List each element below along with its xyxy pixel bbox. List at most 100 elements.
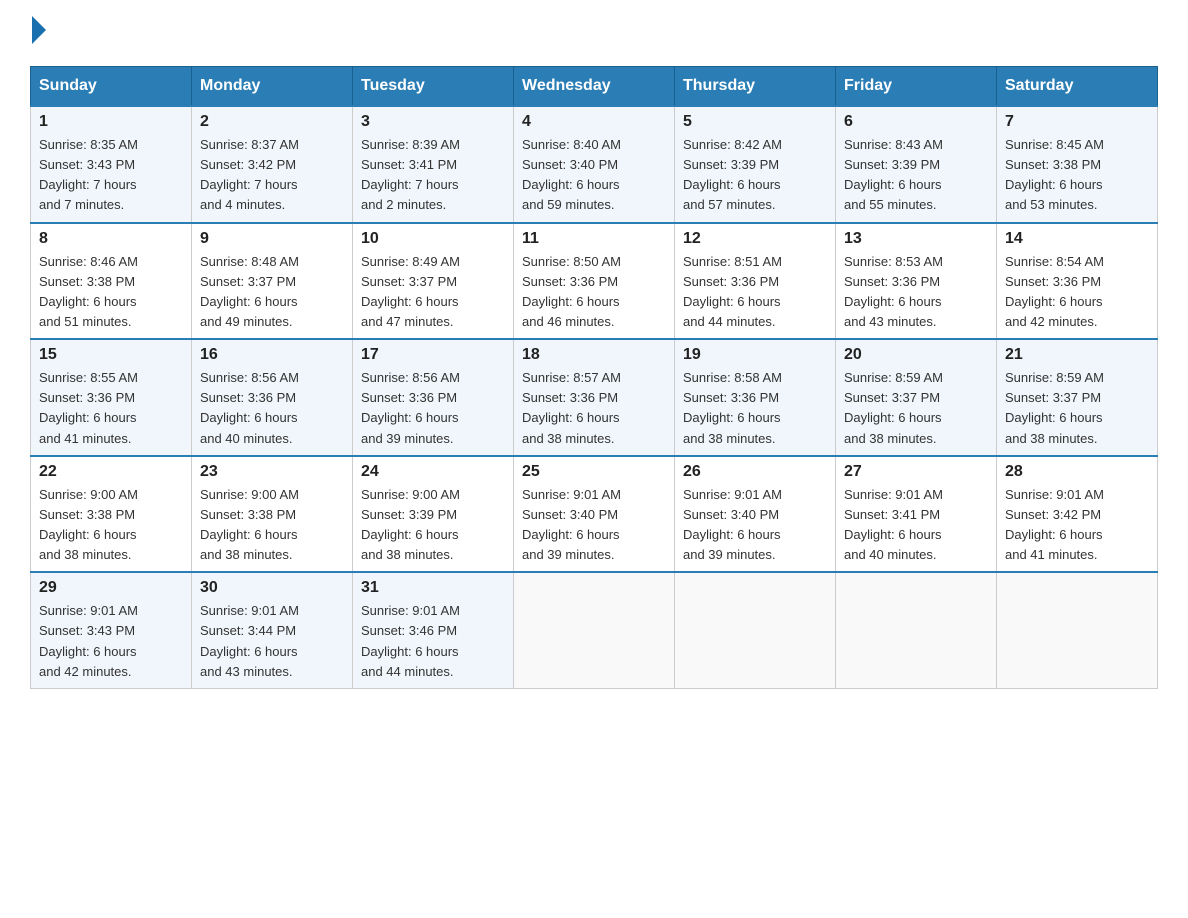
calendar-cell: 3 Sunrise: 8:39 AMSunset: 3:41 PMDaylight…: [353, 106, 514, 223]
day-info: Sunrise: 9:00 AMSunset: 3:39 PMDaylight:…: [361, 485, 505, 566]
week-row-5: 29Sunrise: 9:01 AMSunset: 3:43 PMDayligh…: [31, 572, 1158, 688]
day-info: Sunrise: 8:59 AMSunset: 3:37 PMDaylight:…: [844, 368, 988, 449]
day-number: 19: [683, 346, 827, 364]
calendar-cell: 19 Sunrise: 8:58 AMSunset: 3:36 PMDayligh…: [675, 339, 836, 456]
day-info: Sunrise: 8:59 AMSunset: 3:37 PMDaylight:…: [1005, 368, 1149, 449]
day-number: 7: [1005, 113, 1149, 131]
calendar-cell: [997, 572, 1158, 688]
day-number: 13: [844, 230, 988, 248]
week-row-3: 15 Sunrise: 8:55 AMSunset: 3:36 PMDayligh…: [31, 339, 1158, 456]
header-sunday: Sunday: [31, 67, 192, 107]
calendar-cell: 26Sunrise: 9:01 AMSunset: 3:40 PMDayligh…: [675, 456, 836, 573]
day-number: 6: [844, 113, 988, 131]
day-info: Sunrise: 8:54 AMSunset: 3:36 PMDaylight:…: [1005, 252, 1149, 333]
header-wednesday: Wednesday: [514, 67, 675, 107]
day-number: 15: [39, 346, 183, 364]
day-number: 31: [361, 579, 505, 597]
calendar-cell: 9 Sunrise: 8:48 AMSunset: 3:37 PMDaylight…: [192, 223, 353, 340]
week-row-2: 8 Sunrise: 8:46 AMSunset: 3:38 PMDaylight…: [31, 223, 1158, 340]
day-info: Sunrise: 8:42 AMSunset: 3:39 PMDaylight:…: [683, 135, 827, 216]
day-number: 5: [683, 113, 827, 131]
calendar-cell: 30Sunrise: 9:01 AMSunset: 3:44 PMDayligh…: [192, 572, 353, 688]
day-number: 4: [522, 113, 666, 131]
calendar-cell: 25 Sunrise: 9:01 AMSunset: 3:40 PMDayligh…: [514, 456, 675, 573]
day-info: Sunrise: 8:49 AMSunset: 3:37 PMDaylight:…: [361, 252, 505, 333]
calendar-cell: [514, 572, 675, 688]
day-number: 11: [522, 230, 666, 248]
calendar-cell: 20 Sunrise: 8:59 AMSunset: 3:37 PMDayligh…: [836, 339, 997, 456]
day-info: Sunrise: 8:39 AMSunset: 3:41 PMDaylight:…: [361, 135, 505, 216]
calendar-cell: 14 Sunrise: 8:54 AMSunset: 3:36 PMDayligh…: [997, 223, 1158, 340]
header-monday: Monday: [192, 67, 353, 107]
day-number: 27: [844, 463, 988, 481]
day-number: 8: [39, 230, 183, 248]
day-info: Sunrise: 8:57 AMSunset: 3:36 PMDaylight:…: [522, 368, 666, 449]
header-tuesday: Tuesday: [353, 67, 514, 107]
day-info: Sunrise: 9:00 AMSunset: 3:38 PMDaylight:…: [200, 485, 344, 566]
day-info: Sunrise: 8:46 AMSunset: 3:38 PMDaylight:…: [39, 252, 183, 333]
header-friday: Friday: [836, 67, 997, 107]
logo: [30, 20, 46, 46]
day-info: Sunrise: 8:37 AMSunset: 3:42 PMDaylight:…: [200, 135, 344, 216]
calendar-cell: 2 Sunrise: 8:37 AMSunset: 3:42 PMDaylight…: [192, 106, 353, 223]
day-number: 24: [361, 463, 505, 481]
day-number: 16: [200, 346, 344, 364]
header-thursday: Thursday: [675, 67, 836, 107]
calendar-cell: 10 Sunrise: 8:49 AMSunset: 3:37 PMDayligh…: [353, 223, 514, 340]
day-number: 30: [200, 579, 344, 597]
calendar-cell: 23 Sunrise: 9:00 AMSunset: 3:38 PMDayligh…: [192, 456, 353, 573]
day-number: 9: [200, 230, 344, 248]
day-number: 25: [522, 463, 666, 481]
day-info: Sunrise: 8:43 AMSunset: 3:39 PMDaylight:…: [844, 135, 988, 216]
day-info: Sunrise: 8:50 AMSunset: 3:36 PMDaylight:…: [522, 252, 666, 333]
calendar-cell: 29Sunrise: 9:01 AMSunset: 3:43 PMDayligh…: [31, 572, 192, 688]
day-info: Sunrise: 8:40 AMSunset: 3:40 PMDaylight:…: [522, 135, 666, 216]
logo-triangle-icon: [32, 16, 46, 44]
week-row-1: 1 Sunrise: 8:35 AMSunset: 3:43 PMDaylight…: [31, 106, 1158, 223]
page-header: [30, 20, 1158, 46]
day-number: 20: [844, 346, 988, 364]
calendar-cell: 22 Sunrise: 9:00 AMSunset: 3:38 PMDayligh…: [31, 456, 192, 573]
day-number: 12: [683, 230, 827, 248]
calendar-header-row: SundayMondayTuesdayWednesdayThursdayFrid…: [31, 67, 1158, 107]
day-info: Sunrise: 9:00 AMSunset: 3:38 PMDaylight:…: [39, 485, 183, 566]
calendar-cell: 28 Sunrise: 9:01 AMSunset: 3:42 PMDayligh…: [997, 456, 1158, 573]
day-info: Sunrise: 8:48 AMSunset: 3:37 PMDaylight:…: [200, 252, 344, 333]
calendar-cell: [836, 572, 997, 688]
day-number: 3: [361, 113, 505, 131]
day-info: Sunrise: 9:01 AMSunset: 3:40 PMDaylight:…: [522, 485, 666, 566]
day-info: Sunrise: 9:01 AMSunset: 3:40 PMDaylight:…: [683, 485, 827, 566]
day-number: 21: [1005, 346, 1149, 364]
calendar-cell: 12Sunrise: 8:51 AMSunset: 3:36 PMDayligh…: [675, 223, 836, 340]
calendar-cell: [675, 572, 836, 688]
day-number: 28: [1005, 463, 1149, 481]
calendar-cell: 5 Sunrise: 8:42 AMSunset: 3:39 PMDaylight…: [675, 106, 836, 223]
calendar-cell: 8 Sunrise: 8:46 AMSunset: 3:38 PMDaylight…: [31, 223, 192, 340]
day-number: 18: [522, 346, 666, 364]
calendar-cell: 17 Sunrise: 8:56 AMSunset: 3:36 PMDayligh…: [353, 339, 514, 456]
day-number: 23: [200, 463, 344, 481]
day-info: Sunrise: 9:01 AMSunset: 3:46 PMDaylight:…: [361, 601, 505, 682]
day-info: Sunrise: 8:56 AMSunset: 3:36 PMDaylight:…: [200, 368, 344, 449]
day-info: Sunrise: 8:56 AMSunset: 3:36 PMDaylight:…: [361, 368, 505, 449]
day-number: 29: [39, 579, 183, 597]
calendar-cell: 15 Sunrise: 8:55 AMSunset: 3:36 PMDayligh…: [31, 339, 192, 456]
day-number: 1: [39, 113, 183, 131]
day-number: 10: [361, 230, 505, 248]
day-info: Sunrise: 8:35 AMSunset: 3:43 PMDaylight:…: [39, 135, 183, 216]
day-number: 14: [1005, 230, 1149, 248]
day-info: Sunrise: 8:45 AMSunset: 3:38 PMDaylight:…: [1005, 135, 1149, 216]
day-info: Sunrise: 8:58 AMSunset: 3:36 PMDaylight:…: [683, 368, 827, 449]
day-info: Sunrise: 9:01 AMSunset: 3:41 PMDaylight:…: [844, 485, 988, 566]
day-number: 17: [361, 346, 505, 364]
calendar-cell: 6 Sunrise: 8:43 AMSunset: 3:39 PMDaylight…: [836, 106, 997, 223]
calendar-cell: 1 Sunrise: 8:35 AMSunset: 3:43 PMDaylight…: [31, 106, 192, 223]
day-number: 2: [200, 113, 344, 131]
header-saturday: Saturday: [997, 67, 1158, 107]
day-info: Sunrise: 9:01 AMSunset: 3:42 PMDaylight:…: [1005, 485, 1149, 566]
calendar-cell: 11 Sunrise: 8:50 AMSunset: 3:36 PMDayligh…: [514, 223, 675, 340]
calendar-cell: 16 Sunrise: 8:56 AMSunset: 3:36 PMDayligh…: [192, 339, 353, 456]
day-info: Sunrise: 8:55 AMSunset: 3:36 PMDaylight:…: [39, 368, 183, 449]
calendar-table: SundayMondayTuesdayWednesdayThursdayFrid…: [30, 66, 1158, 689]
day-number: 22: [39, 463, 183, 481]
